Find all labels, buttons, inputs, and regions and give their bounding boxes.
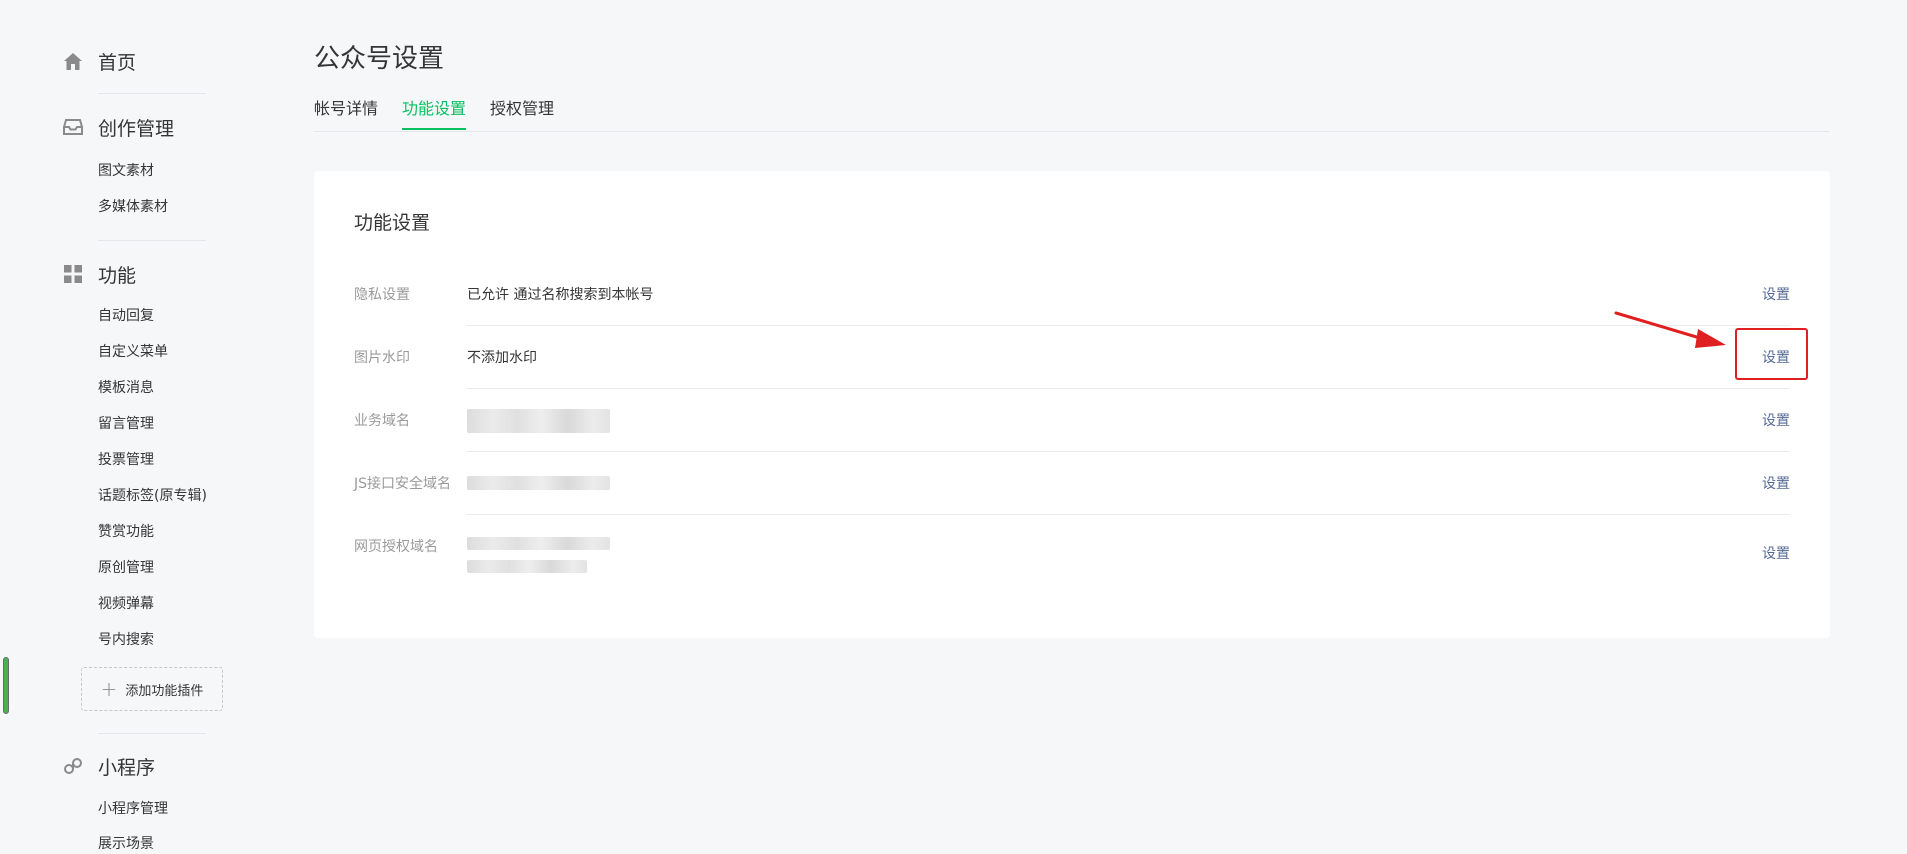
plus-icon: + [100, 677, 118, 701]
sidebar-item-miniprogram-management[interactable]: 小程序管理 [98, 799, 168, 819]
sidebar-item-video-danmaku[interactable]: 视频弹幕 [98, 594, 154, 614]
privacy-settings-link[interactable]: 设置 [1762, 284, 1790, 304]
sidebar-group-label: 功能 [98, 264, 137, 287]
sidebar-item-original-management[interactable]: 原创管理 [98, 558, 154, 578]
redacted-value [467, 476, 610, 490]
tab-authorization-management[interactable]: 授权管理 [490, 97, 554, 130]
sidebar-group-label: 小程序 [98, 756, 156, 779]
row-value: 不添加水印 [467, 350, 537, 366]
sidebar-group-creation[interactable]: 创作管理 [62, 113, 174, 141]
sidebar-item-auto-reply[interactable]: 自动回复 [98, 306, 154, 326]
sidebar-item-in-account-search[interactable]: 号内搜索 [98, 630, 154, 650]
row-label: 图片水印 [354, 350, 410, 366]
sidebar-item-vote-management[interactable]: 投票管理 [98, 450, 154, 470]
redacted-value [467, 537, 610, 550]
card-title: 功能设置 [354, 212, 431, 234]
sidebar-item-home[interactable]: 首页 [62, 47, 136, 75]
redacted-value [467, 409, 610, 433]
add-plugin-button[interactable]: + 添加功能插件 [81, 667, 223, 711]
add-plugin-label: 添加功能插件 [125, 683, 204, 699]
tab-account-details[interactable]: 帐号详情 [314, 97, 378, 130]
oauth-domain-settings-link[interactable]: 设置 [1762, 543, 1790, 563]
sidebar-group-miniprogram[interactable]: 小程序 [62, 752, 155, 780]
row-divider [467, 388, 1790, 389]
sidebar: 首页 创作管理 图文素材 多媒体素材 功能 自动回复 自定义菜单 模板消息 留言… [0, 0, 250, 852]
row-value: 已允许 通过名称搜索到本帐号 [467, 287, 654, 303]
sidebar-divider [98, 240, 206, 241]
grid-icon [62, 263, 84, 285]
sidebar-item-appreciation[interactable]: 赞赏功能 [98, 522, 154, 542]
annotation-arrow-icon [1614, 311, 1726, 348]
sidebar-item-template-message[interactable]: 模板消息 [98, 378, 154, 398]
sidebar-item-comment-management[interactable]: 留言管理 [98, 414, 154, 434]
row-label: 网页授权域名 [354, 539, 438, 555]
sidebar-item-topic-tags[interactable]: 话题标签(原专辑) [98, 486, 207, 506]
sidebar-item-custom-menu[interactable]: 自定义菜单 [98, 342, 168, 362]
tab-bar: 帐号详情 功能设置 授权管理 [314, 97, 1829, 132]
settings-card: 功能设置 隐私设置 已允许 通过名称搜索到本帐号 设置 图片水印 不添加水印 设… [314, 171, 1830, 638]
page-title: 公众号设置 [314, 44, 445, 74]
sidebar-group-label: 创作管理 [98, 117, 175, 140]
row-label: 业务域名 [354, 413, 410, 429]
row-divider [467, 451, 1790, 452]
js-domain-settings-link[interactable]: 设置 [1762, 473, 1790, 493]
business-domain-settings-link[interactable]: 设置 [1762, 410, 1790, 430]
sidebar-scrollbar[interactable] [3, 657, 9, 714]
sidebar-item-graphic-material[interactable]: 图文素材 [98, 161, 154, 181]
sidebar-divider [98, 733, 206, 734]
sidebar-divider [98, 93, 206, 94]
annotation-highlight-box [1735, 328, 1808, 380]
home-icon [62, 50, 84, 72]
inbox-icon [62, 116, 84, 138]
tab-feature-settings[interactable]: 功能设置 [402, 97, 467, 130]
sidebar-item-label: 首页 [98, 51, 137, 74]
row-label: JS接口安全域名 [354, 476, 452, 492]
sidebar-group-features[interactable]: 功能 [62, 260, 136, 288]
sidebar-item-multimedia-material[interactable]: 多媒体素材 [98, 197, 168, 217]
sidebar-item-display-scenes[interactable]: 展示场景 [98, 834, 154, 854]
row-divider [467, 325, 1790, 326]
row-label: 隐私设置 [354, 287, 410, 303]
row-divider [467, 514, 1790, 515]
redacted-value [467, 560, 587, 573]
link-icon [62, 755, 84, 777]
